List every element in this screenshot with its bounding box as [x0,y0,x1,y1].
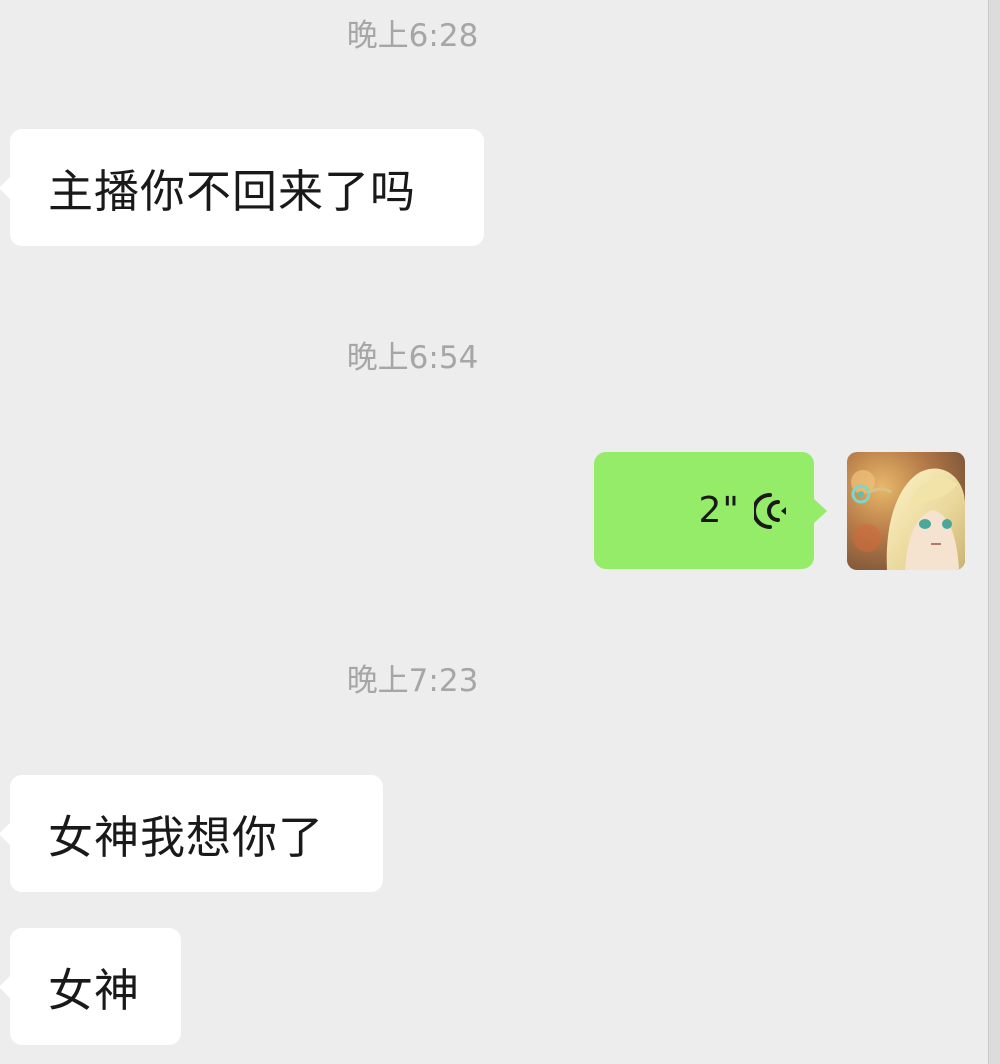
timestamp: 晚上6:54 [346,340,479,376]
voice-wave-icon [754,492,786,529]
incoming-message-bubble[interactable]: 主播你不回来了吗 [0,129,484,246]
message-text: 主播你不回来了吗 [48,165,417,218]
scrollbar-edge [988,0,1000,1064]
avatar-image [847,452,965,570]
avatar[interactable] [847,452,965,570]
incoming-message-bubble[interactable]: 女神我想你了 [0,775,383,892]
chat-area: 晚上6:28 主播你不回来了吗 晚上6:54 2" 晚上7:23 女神我想你了 … [0,0,988,1064]
timestamp: 晚上7:23 [346,663,479,699]
incoming-message-bubble[interactable]: 女神 [0,928,181,1045]
timestamp: 晚上6:28 [346,18,479,54]
message-text: 女神我想你了 [48,811,325,864]
voice-duration: 2" [698,490,740,531]
voice-message-bubble[interactable]: 2" [594,452,827,569]
message-text: 女神 [48,964,141,1017]
